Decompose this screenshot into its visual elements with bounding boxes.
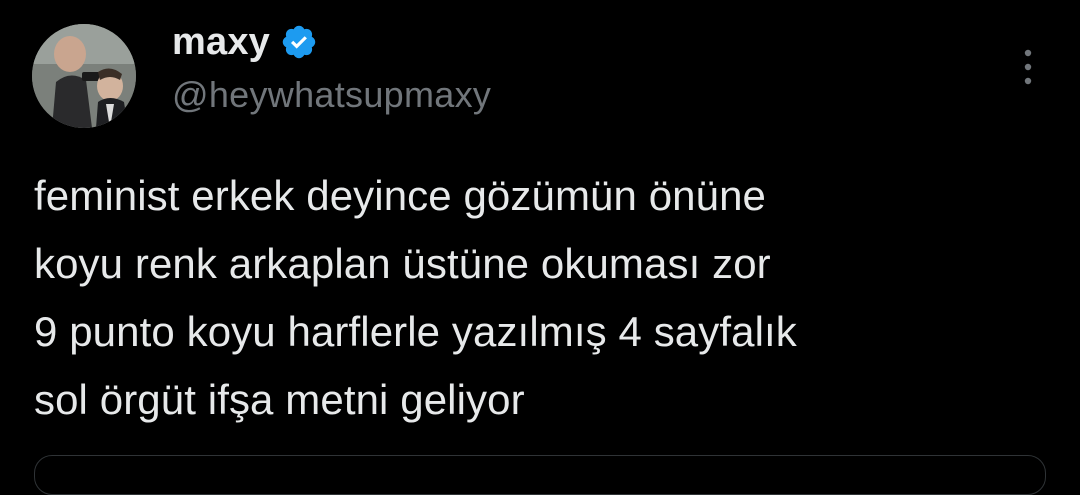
tweet-text: feminist erkek deyince gözümün önüne koy… (34, 172, 797, 423)
user-handle[interactable]: @heywhatsupmaxy (172, 74, 491, 116)
display-name[interactable]: maxy (172, 21, 270, 64)
verified-badge-icon[interactable] (280, 23, 318, 61)
embedded-card-edge[interactable] (34, 455, 1046, 495)
avatar[interactable] (32, 24, 136, 128)
avatar-photo (32, 24, 136, 128)
name-row: maxy (172, 18, 491, 66)
more-options-icon[interactable] (1018, 48, 1038, 86)
tweet-card: maxy @heywhatsupmaxy feminist erkek deyi… (0, 0, 1080, 495)
user-info: maxy @heywhatsupmaxy (172, 18, 491, 116)
